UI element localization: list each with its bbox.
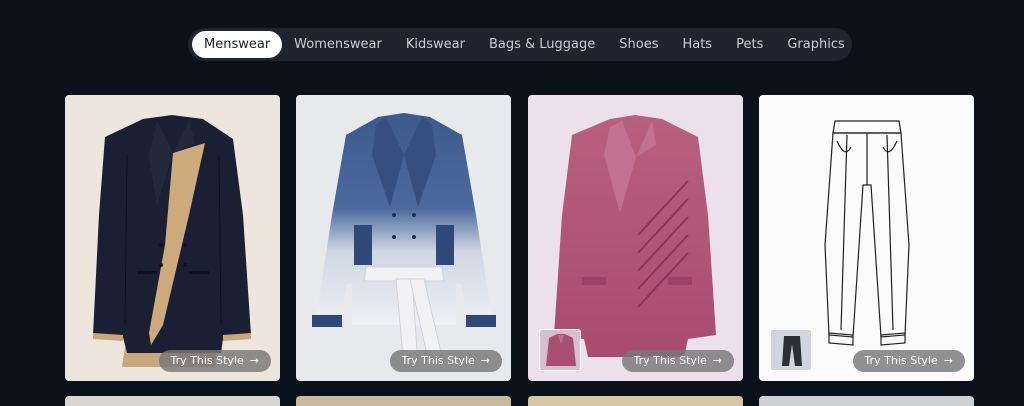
try-this-style-button[interactable]: Try This Style → <box>621 350 734 372</box>
next-row-card-peek <box>759 396 974 406</box>
next-row-card-peek <box>296 396 511 406</box>
next-row-card-peek <box>528 396 743 406</box>
arrow-right-icon: → <box>249 354 259 367</box>
tab-shoes[interactable]: Shoes <box>607 31 670 58</box>
style-card-1[interactable]: Try This Style → <box>65 95 280 381</box>
trousers-thumbnail-image <box>782 336 802 366</box>
try-this-style-button[interactable]: Try This Style → <box>852 350 965 372</box>
style-card-2[interactable]: Try This Style → <box>296 95 511 381</box>
pink-blazer-thumbnail[interactable] <box>539 329 581 371</box>
black-trousers-thumbnail[interactable] <box>770 329 812 371</box>
try-this-style-button[interactable]: Try This Style → <box>158 350 271 372</box>
tab-pets[interactable]: Pets <box>724 31 775 58</box>
try-this-style-button[interactable]: Try This Style → <box>389 350 502 372</box>
tab-graphics[interactable]: Graphics <box>775 31 856 58</box>
arrow-right-icon: → <box>943 354 953 367</box>
category-tab-bar: Menswear Womenswear Kidswear Bags & Lugg… <box>188 28 852 61</box>
navy-beige-blazer-image <box>93 115 251 367</box>
next-row-card-peek <box>65 396 280 406</box>
tab-bags-luggage[interactable]: Bags & Luggage <box>477 31 607 58</box>
tab-hats[interactable]: Hats <box>670 31 724 58</box>
arrow-right-icon: → <box>712 354 722 367</box>
style-card-4[interactable]: Try This Style → <box>759 95 974 381</box>
arrow-right-icon: → <box>480 354 490 367</box>
tab-womenswear[interactable]: Womenswear <box>282 31 394 58</box>
tab-menswear[interactable]: Menswear <box>192 31 283 58</box>
tab-kidswear[interactable]: Kidswear <box>394 31 477 58</box>
style-card-3[interactable]: Try This Style → <box>528 95 743 381</box>
blazer-thumbnail-image <box>546 334 576 366</box>
denim-dip-dye-jacket-image <box>312 113 496 368</box>
